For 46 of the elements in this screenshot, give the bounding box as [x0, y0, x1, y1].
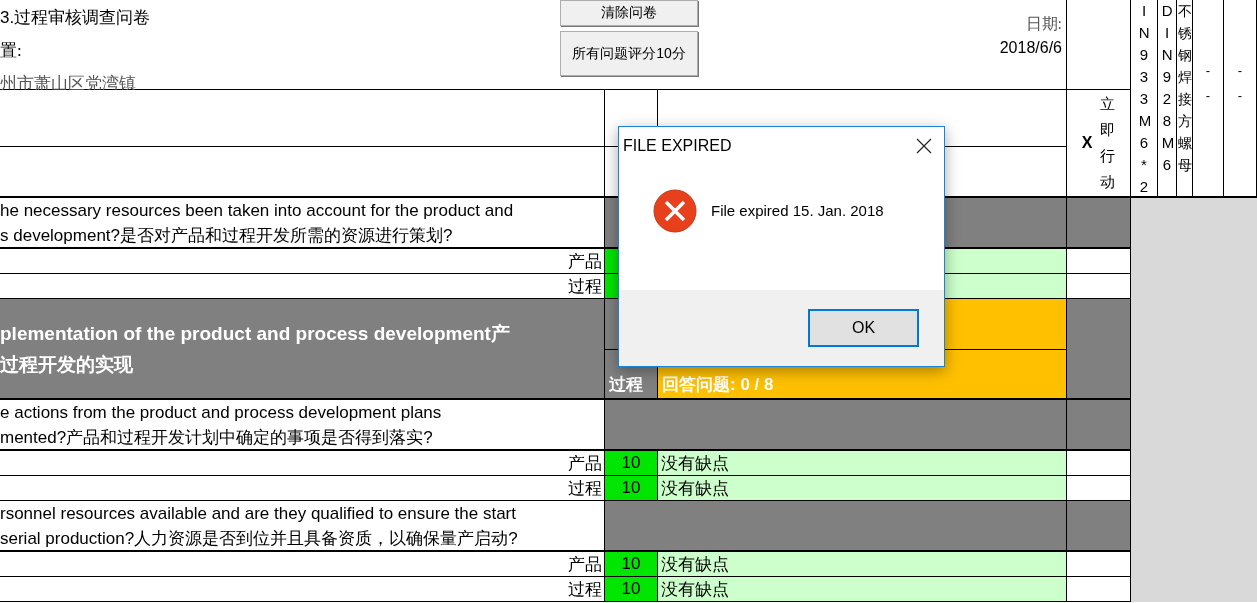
score-all-button[interactable]: 所有问题评分10分 [560, 31, 698, 76]
part-label: DIN928M6 [1161, 1, 1173, 175]
action-label: 立即行动 [1100, 94, 1116, 192]
section-heading: plementation of the product and process development产 过程开发的实现 [0, 299, 605, 400]
table-cell [1067, 274, 1131, 299]
dash-cell-text: - [1237, 62, 1243, 80]
score-cell: 10 [605, 552, 658, 577]
comment-cell: 没有缺点 [658, 451, 1067, 476]
row-label: 过程 [0, 577, 605, 602]
dash-cell-text: - [1205, 62, 1211, 80]
table-cell [1067, 552, 1131, 577]
question-text: rsonnel resources available and are they qualified to ensure the start serial production?人力资源是否到位并且具备资质，以确保量产启动? [0, 501, 605, 552]
row-label: 产品 [0, 552, 605, 577]
question-text: e actions from the product and process development plans mented?产品和过程开发计划中确定的事项是否得到落实? [0, 400, 605, 451]
score-cell: 10 [605, 577, 658, 602]
action-mark: X [1081, 134, 1093, 152]
table-cell [1067, 577, 1131, 602]
ok-button[interactable]: OK [808, 309, 919, 347]
score-cell: 10 [605, 451, 658, 476]
comment-cell: 没有缺点 [658, 476, 1067, 501]
comment-cell: 没有缺点 [658, 552, 1067, 577]
sheet-title: 3.过程审核调查问卷 [0, 7, 152, 29]
dash-cell-text: - [1205, 87, 1211, 105]
clear-button[interactable]: 清除问卷 [560, 0, 698, 26]
dash-cell-text: - [1237, 87, 1243, 105]
row-label: 产品 [0, 451, 605, 476]
date-value: 2018/6/6 [999, 39, 1062, 57]
row-label: 产品 [0, 249, 605, 274]
table-cell [1067, 501, 1131, 552]
error-icon [653, 188, 697, 233]
table-cell [1067, 400, 1131, 451]
location-label: 置: [0, 40, 23, 62]
close-icon[interactable] [916, 138, 932, 154]
dialog-title: FILE EXPIRED [623, 137, 732, 155]
date-label: 日期: [1025, 14, 1062, 34]
score-cell: 10 [605, 476, 658, 501]
part-label: 不锈钢焊接方螺母 [1177, 2, 1192, 175]
part-label: IN933M6*2 [1138, 1, 1150, 196]
table-cell [1067, 451, 1131, 476]
dialog-message: File expired 15. Jan. 2018 [711, 202, 884, 219]
row-label: 过程 [0, 476, 605, 501]
table-cell [1067, 249, 1131, 274]
table-cell [1067, 476, 1131, 501]
question-text: he necessary resources been taken into account for the product and s development?是否对产品和过程开发所需的资源进行策划? [0, 198, 605, 249]
comment-cell: 没有缺点 [658, 577, 1067, 602]
row-label: 过程 [0, 274, 605, 299]
